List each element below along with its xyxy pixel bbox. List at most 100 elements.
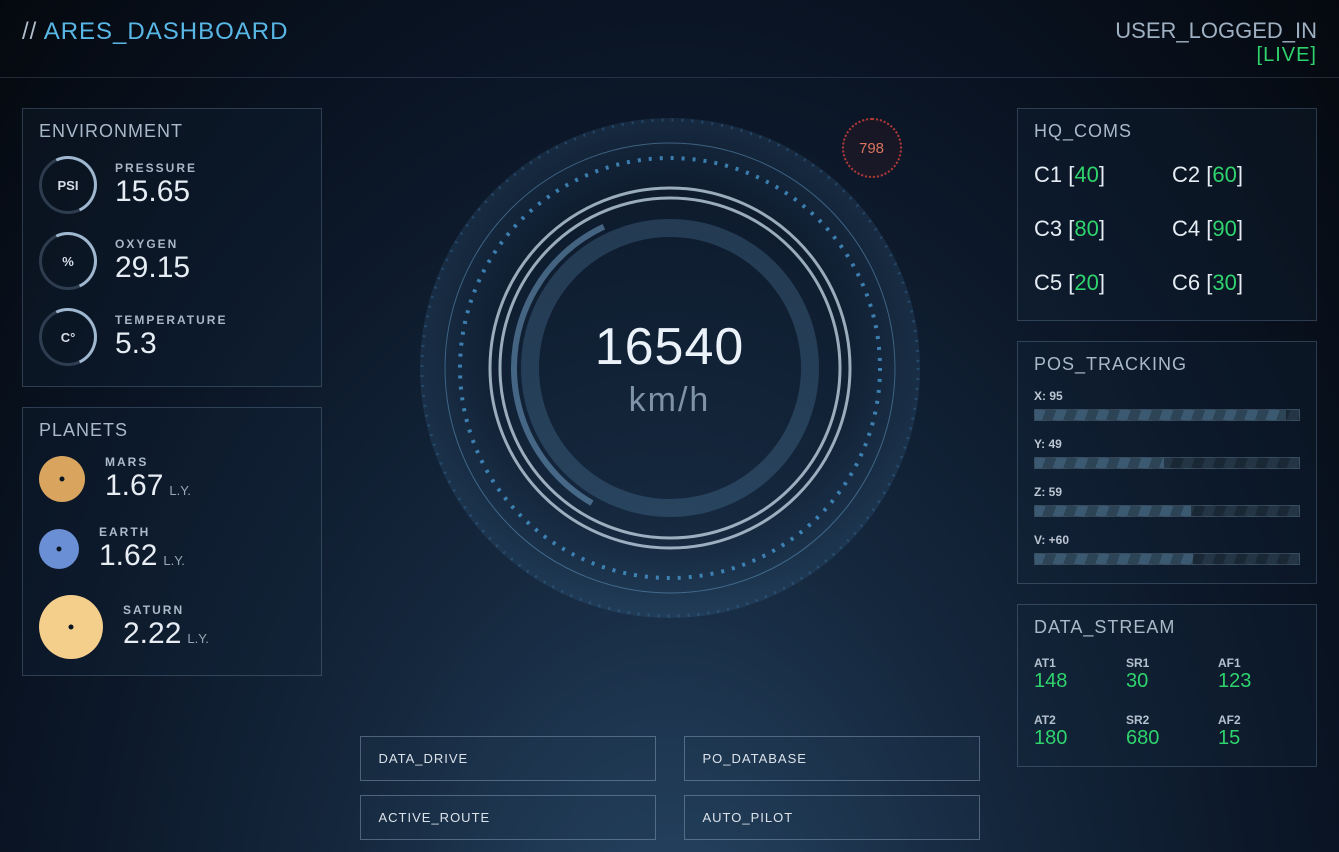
data-stream-panel: DATA_STREAM AT1148 SR130 AF1123 AT2180 SR268… [1017,604,1317,767]
environment-panel: ENVIRONMENT PSI PRESSURE 15.65 % OXYGEN … [22,108,322,387]
data-stream-title: DATA_STREAM [1034,617,1300,638]
po-database-button[interactable]: PO_DATABASE [684,736,980,781]
env-oxygen-value: 29.15 [115,251,190,285]
coms-value: 90 [1212,216,1236,241]
data-stream-key: AF2 [1218,713,1300,727]
planets-panel: PLANETS MARS1.67L.Y. EARTH1.62L.Y. SATURN2… [22,407,322,676]
env-oxygen-gauge-icon: % [39,232,97,290]
coms-value: 60 [1212,162,1236,187]
tracking-bar [1034,457,1300,469]
data-stream-key: AT1 [1034,656,1116,670]
env-oxygen-row: % OXYGEN 29.15 [39,232,305,290]
tracking-bar [1034,409,1300,421]
planet-name: SATURN [123,603,209,617]
data-stream-value: 30 [1126,670,1208,693]
session-info: USER_LOGGED_IN [LIVE] [1115,18,1317,67]
speed-gauge: 798 16540 km/h [400,98,940,638]
env-temperature-label: TEMPERATURE [115,313,227,327]
data-drive-button[interactable]: DATA_DRIVE [360,736,656,781]
coms-channel: C3 [80] [1034,216,1162,242]
tracking-bar [1034,553,1300,565]
tracking-fill [1035,410,1286,420]
tracking-fill [1035,506,1191,516]
data-stream-cell: AT2180 [1034,713,1116,750]
planet-row: SATURN2.22L.Y. [39,595,305,659]
coms-value: 40 [1074,162,1098,187]
data-stream-value: 15 [1218,727,1300,750]
hq-coms-panel: HQ_COMS C1 [40] C2 [60] C3 [80] C4 [90] C5 [… [1017,108,1317,321]
env-temperature-gauge-icon: C° [39,308,97,366]
data-stream-key: SR2 [1126,713,1208,727]
env-oxygen-label: OXYGEN [115,237,190,251]
coms-channel: C2 [60] [1172,162,1300,188]
top-bar: // ARES_DASHBOARD USER_LOGGED_IN [LIVE] [0,0,1339,78]
data-stream-cell: AF1123 [1218,656,1300,693]
tracking-row: X: 95 [1034,389,1300,421]
planet-name: MARS [105,455,191,469]
app-title: // ARES_DASHBOARD [22,18,288,46]
title-text: ARES_DASHBOARD [44,18,289,45]
env-temperature-row: C° TEMPERATURE 5.3 [39,308,305,366]
env-pressure-gauge-icon: PSI [39,156,97,214]
planet-distance: 1.62L.Y. [99,539,185,573]
live-indicator: [LIVE] [1115,44,1317,67]
data-stream-value: 680 [1126,727,1208,750]
data-stream-cell: AF215 [1218,713,1300,750]
coms-name: C3 [1034,216,1068,241]
auto-pilot-button[interactable]: AUTO_PILOT [684,795,980,840]
tracking-label: X: 95 [1034,389,1300,403]
env-temperature-value: 5.3 [115,327,227,361]
title-prefix: // [22,18,44,45]
planet-icon [39,456,85,502]
planet-row: MARS1.67L.Y. [39,455,305,503]
data-stream-cell: SR2680 [1126,713,1208,750]
coms-channel: C5 [20] [1034,270,1162,296]
coms-value: 30 [1212,270,1236,295]
planet-icon [39,529,79,569]
tracking-label: V: +60 [1034,533,1300,547]
tracking-fill [1035,458,1164,468]
data-stream-cell: SR130 [1126,656,1208,693]
planet-unit: L.Y. [169,483,190,498]
gauge-speed-unit: km/h [629,381,711,420]
coms-name: C5 [1034,270,1068,295]
data-stream-key: AF1 [1218,656,1300,670]
planet-unit: L.Y. [163,553,184,568]
data-stream-value: 123 [1218,670,1300,693]
coms-channel: C1 [40] [1034,162,1162,188]
data-stream-cell: AT1148 [1034,656,1116,693]
env-pressure-value: 15.65 [115,175,197,209]
tracking-row: V: +60 [1034,533,1300,565]
tracking-label: Z: 59 [1034,485,1300,499]
data-stream-value: 180 [1034,727,1116,750]
tracking-fill [1035,554,1193,564]
planet-unit: L.Y. [187,631,208,646]
planet-distance: 2.22L.Y. [123,617,209,651]
env-pressure-row: PSI PRESSURE 15.65 [39,156,305,214]
planet-row: EARTH1.62L.Y. [39,525,305,573]
pos-tracking-title: POS_TRACKING [1034,354,1300,375]
data-stream-key: SR1 [1126,656,1208,670]
coms-name: C6 [1172,270,1206,295]
coms-channel: C4 [90] [1172,216,1300,242]
pos-tracking-panel: POS_TRACKING X: 95 Y: 49 Z: 59 V: +60 [1017,341,1317,584]
user-status: USER_LOGGED_IN [1115,18,1317,44]
coms-value: 80 [1074,216,1098,241]
gauge-speed-value: 16540 [595,317,745,377]
coms-channel: C6 [30] [1172,270,1300,296]
tracking-bar [1034,505,1300,517]
control-button-grid: DATA_DRIVE PO_DATABASE ACTIVE_ROUTE AUTO… [360,736,980,840]
planets-title: PLANETS [39,420,305,441]
data-stream-key: AT2 [1034,713,1116,727]
coms-value: 20 [1074,270,1098,295]
tracking-row: Y: 49 [1034,437,1300,469]
env-pressure-label: PRESSURE [115,161,197,175]
hq-coms-title: HQ_COMS [1034,121,1300,142]
tracking-row: Z: 59 [1034,485,1300,517]
planet-name: EARTH [99,525,185,539]
data-stream-value: 148 [1034,670,1116,693]
coms-name: C4 [1172,216,1206,241]
tracking-label: Y: 49 [1034,437,1300,451]
environment-title: ENVIRONMENT [39,121,305,142]
active-route-button[interactable]: ACTIVE_ROUTE [360,795,656,840]
